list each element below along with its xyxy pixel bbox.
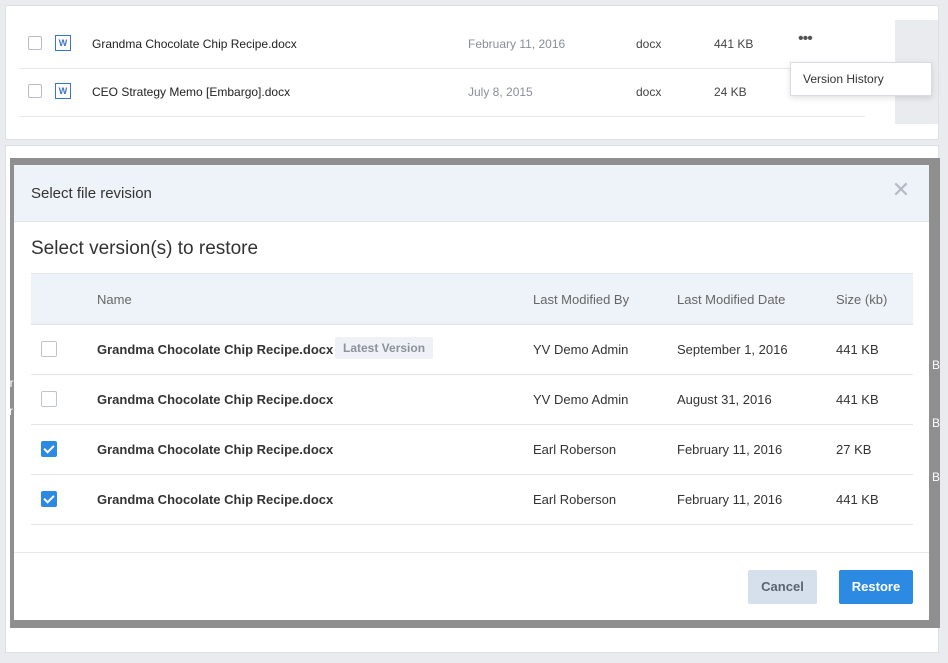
file-type: docx xyxy=(636,85,662,99)
word-doc-icon: W xyxy=(55,83,71,99)
backdrop-text-fragment: ir xyxy=(7,376,14,390)
version-checkbox[interactable] xyxy=(41,341,57,357)
dialog-header: Select file revision ✕ xyxy=(14,165,929,222)
version-size: 441 KB xyxy=(836,342,879,357)
column-header-name: Name xyxy=(97,292,132,307)
file-date: July 8, 2015 xyxy=(468,85,533,99)
close-icon[interactable]: ✕ xyxy=(891,179,911,201)
version-size: 441 KB xyxy=(836,392,879,407)
version-checkbox-checked[interactable] xyxy=(41,441,57,457)
select-revision-dialog: Select file revision ✕ Select version(s)… xyxy=(14,165,929,620)
file-list-panel: W Grandma Chocolate Chip Recipe.docx Feb… xyxy=(5,5,939,140)
version-name: Grandma Chocolate Chip Recipe.docx xyxy=(97,392,334,407)
restore-button[interactable]: Restore xyxy=(839,570,913,604)
version-date: February 11, 2016 xyxy=(677,442,783,457)
backdrop-text-fragment: B xyxy=(932,358,941,372)
version-name: Grandma Chocolate Chip Recipe.docx xyxy=(97,492,334,507)
file-row[interactable]: W CEO Strategy Memo [Embargo].docx July … xyxy=(20,68,865,117)
table-row[interactable]: Grandma Chocolate Chip Recipe.docx YV De… xyxy=(31,374,913,425)
version-size: 27 KB xyxy=(836,442,872,457)
version-name: Grandma Chocolate Chip Recipe.docx xyxy=(97,442,334,457)
version-modified-by: YV Demo Admin xyxy=(533,392,629,407)
more-options-icon[interactable]: ••• xyxy=(798,30,813,48)
file-type: docx xyxy=(636,37,662,51)
dialog-subtitle: Select version(s) to restore xyxy=(31,238,259,259)
version-checkbox-checked[interactable] xyxy=(41,491,57,507)
word-doc-icon: W xyxy=(55,35,71,51)
file-checkbox[interactable] xyxy=(28,36,42,50)
file-row[interactable]: W Grandma Chocolate Chip Recipe.docx Feb… xyxy=(20,20,865,69)
version-size: 441 KB xyxy=(836,492,879,507)
column-header-modified-date: Last Modified Date xyxy=(677,292,786,307)
file-size: 441 KB xyxy=(714,37,754,51)
version-date: September 1, 2016 xyxy=(677,342,788,357)
column-header-modified-by: Last Modified By xyxy=(533,292,630,307)
latest-version-badge: Latest Version xyxy=(335,337,434,359)
backdrop-text-fragment: r xyxy=(9,404,13,418)
version-checkbox[interactable] xyxy=(41,391,57,407)
table-row[interactable]: Grandma Chocolate Chip Recipe.docx Earl … xyxy=(31,424,913,475)
file-name[interactable]: Grandma Chocolate Chip Recipe.docx xyxy=(92,37,297,51)
table-row[interactable]: Grandma Chocolate Chip Recipe.docx Earl … xyxy=(31,474,913,525)
version-date: August 31, 2016 xyxy=(677,392,772,407)
file-name[interactable]: CEO Strategy Memo [Embargo].docx xyxy=(92,85,290,99)
version-modified-by: Earl Roberson xyxy=(533,442,617,457)
version-modified-by: YV Demo Admin xyxy=(533,342,629,357)
dialog-title: Select file revision xyxy=(31,185,152,202)
backdrop-text-fragment: B xyxy=(932,470,941,484)
version-history-menu-item[interactable]: Version History xyxy=(790,62,932,96)
version-name: Grandma Chocolate Chip Recipe.docx xyxy=(97,342,334,357)
table-header: Name Last Modified By Last Modified Date… xyxy=(31,273,913,325)
file-date: February 11, 2016 xyxy=(468,37,566,51)
column-header-size: Size (kb) xyxy=(836,292,888,307)
file-checkbox[interactable] xyxy=(28,84,42,98)
backdrop-text-fragment: B xyxy=(932,416,941,430)
cancel-button[interactable]: Cancel xyxy=(748,570,817,604)
table-row[interactable]: Grandma Chocolate Chip Recipe.docx Lates… xyxy=(31,324,913,375)
version-modified-by: Earl Roberson xyxy=(533,492,617,507)
file-size: 24 KB xyxy=(714,85,747,99)
dialog-footer: Cancel Restore xyxy=(14,552,929,621)
version-date: February 11, 2016 xyxy=(677,492,783,507)
